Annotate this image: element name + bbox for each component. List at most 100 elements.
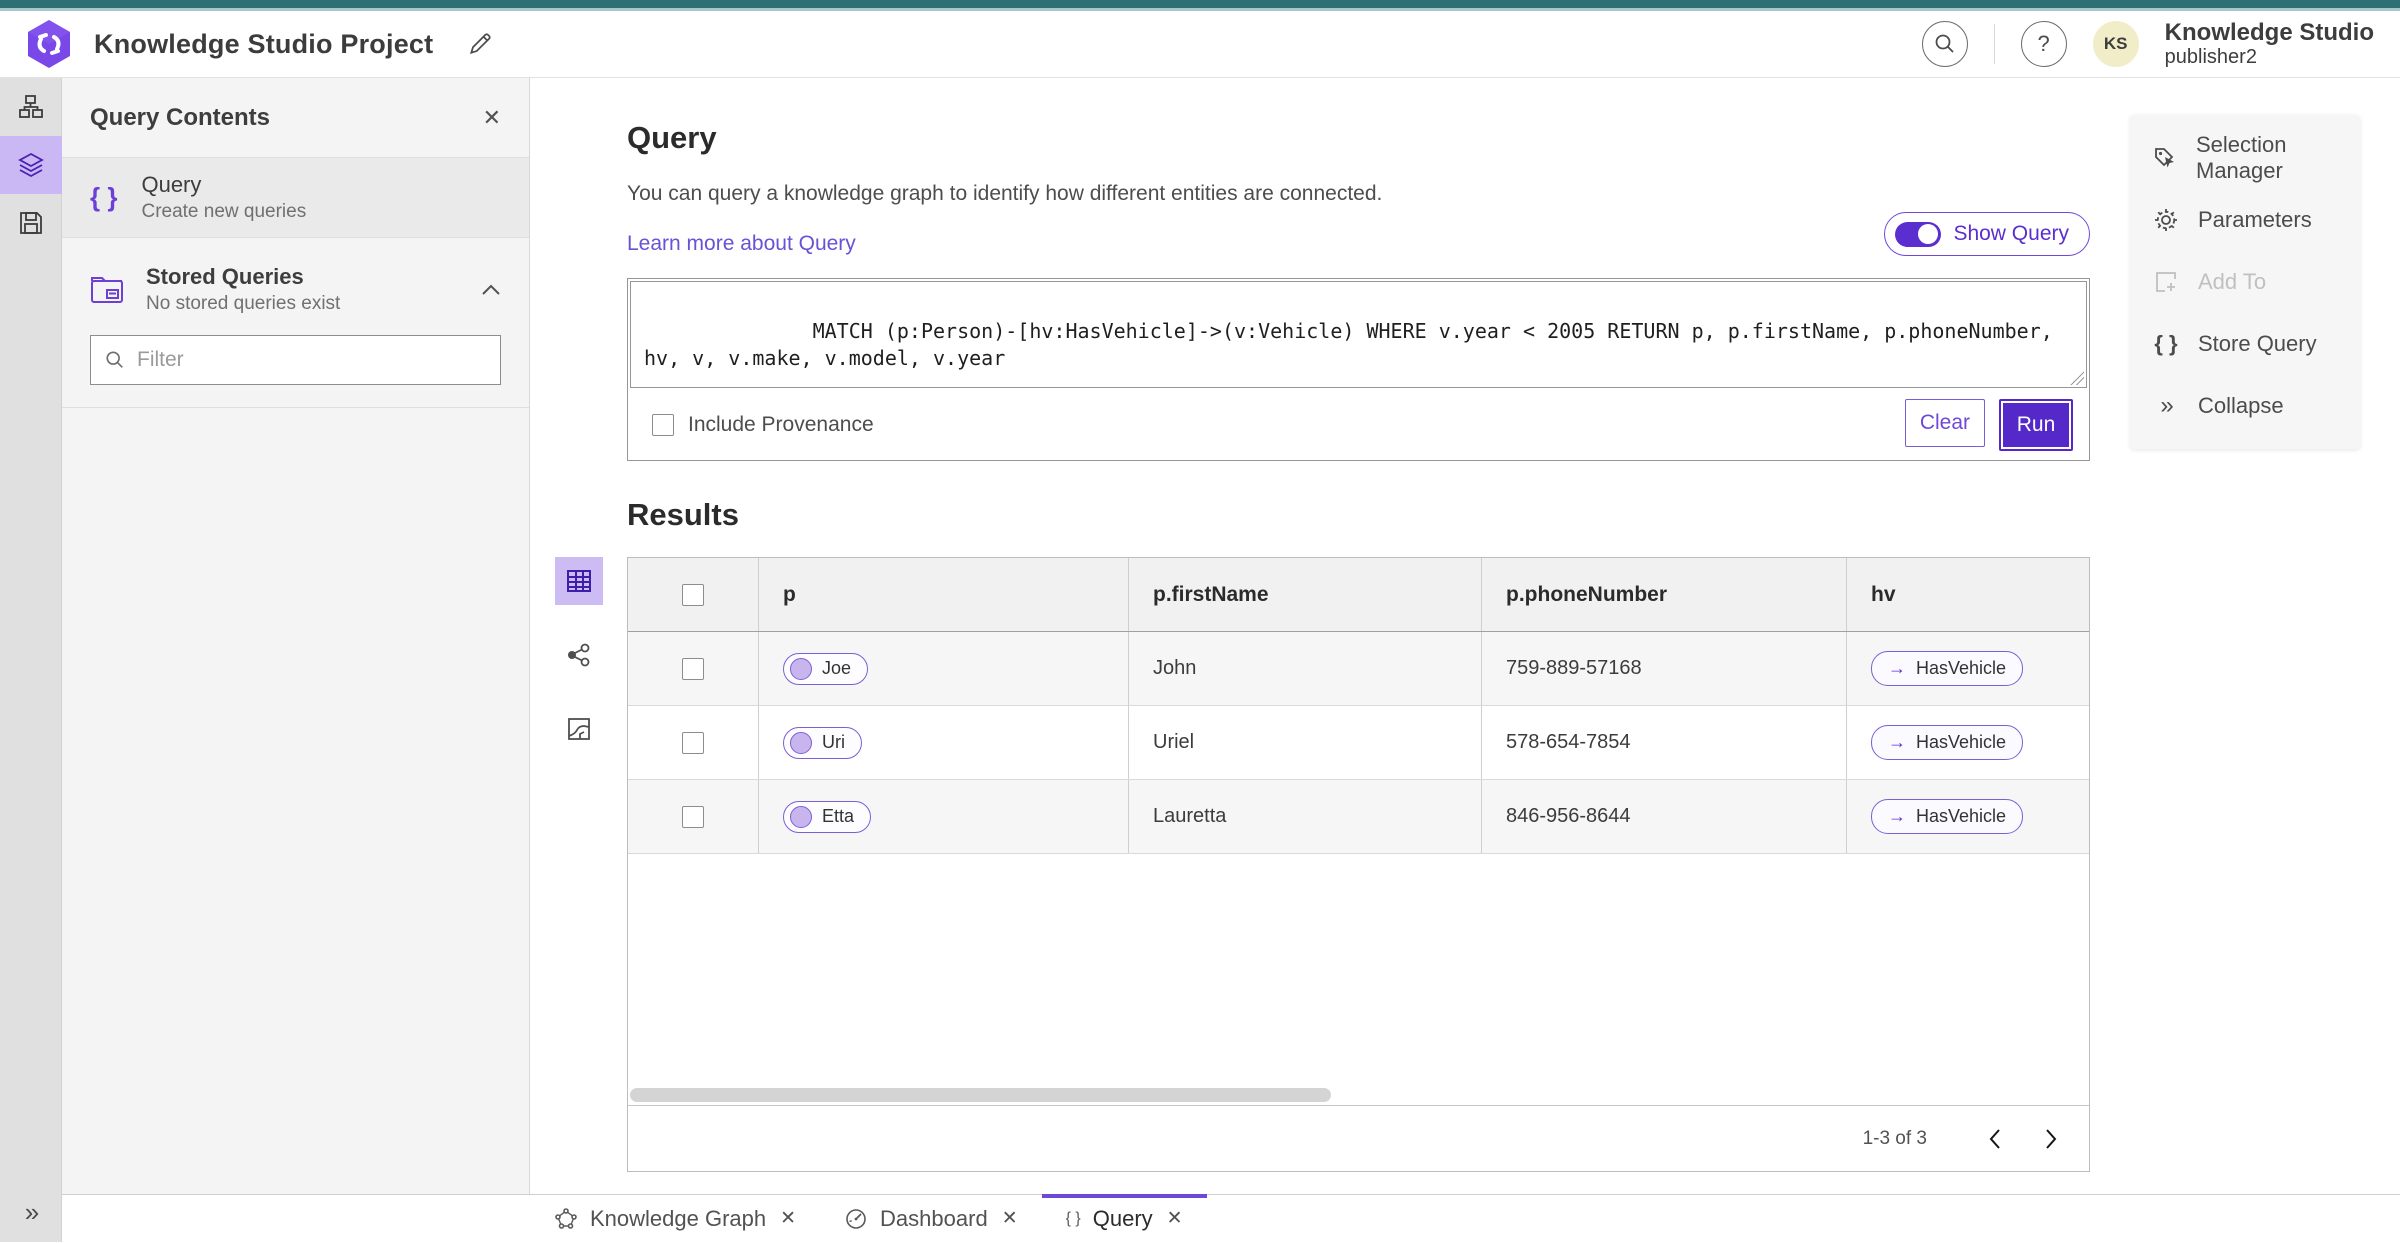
select-all-checkbox[interactable] [682, 583, 704, 606]
close-tab-icon[interactable]: ✕ [780, 1207, 796, 1230]
username: publisher2 [2164, 46, 2257, 69]
tab-knowledge-graph[interactable]: Knowledge Graph ✕ [530, 1195, 820, 1242]
help-icon: ? [2037, 31, 2050, 56]
tab-label: Query [1092, 1205, 1153, 1231]
node-chip[interactable]: Uri [783, 726, 862, 759]
selection-manager-button[interactable]: Selection Manager [2130, 127, 2360, 189]
search-icon [1935, 34, 1954, 53]
close-tab-icon[interactable]: ✕ [1167, 1207, 1183, 1230]
panel-item-query[interactable]: { } Query Create new queries [62, 158, 529, 238]
edge-chip[interactable]: → HasVehicle [1871, 651, 2024, 686]
node-chip-label: Etta [822, 806, 855, 826]
results-table: p p.firstName p.phoneNumber hv Joe John … [627, 557, 2090, 1172]
chevron-right-icon [2046, 1128, 2057, 1149]
map-view-icon [568, 718, 590, 740]
close-panel-icon[interactable]: ✕ [483, 105, 501, 131]
arrow-right-icon: → [1888, 732, 1906, 752]
query-item-description: Create new queries [141, 201, 307, 222]
filter-search-icon [106, 351, 123, 368]
arrow-right-icon: → [1888, 806, 1906, 826]
avatar-initials: KS [2103, 34, 2128, 53]
avatar[interactable]: KS [2092, 21, 2139, 67]
query-page-title: Query [627, 120, 717, 155]
cell-phonenumber: 846-956-8644 [1506, 805, 1631, 827]
add-to-button: Add To [2130, 251, 2360, 313]
expand-rail-button[interactable]: » [0, 1197, 62, 1228]
cell-phonenumber: 759-889-57168 [1506, 657, 1642, 679]
edge-chip[interactable]: → HasVehicle [1871, 725, 2024, 760]
parameters-button[interactable]: Parameters [2130, 189, 2360, 251]
project-title: Knowledge Studio Project [94, 28, 434, 59]
run-button[interactable]: Run [1999, 399, 2073, 451]
node-chip-label: Uri [822, 732, 845, 752]
menu-item-label: Collapse [2198, 393, 2284, 418]
tab-query[interactable]: { } Query ✕ [1041, 1194, 1207, 1242]
cell-firstname: John [1153, 657, 1197, 679]
horizontal-scrollbar[interactable] [628, 1085, 2089, 1105]
row-checkbox[interactable] [682, 805, 704, 828]
query-textarea[interactable]: MATCH (p:Person)-[hv:HasVehicle]->(v:Veh… [630, 281, 2087, 388]
column-header-hv[interactable]: hv [1871, 583, 1896, 607]
node-dot-icon [790, 805, 812, 828]
chevron-up-icon[interactable] [481, 284, 501, 296]
menu-item-label: Add To [2198, 269, 2267, 294]
column-header-p[interactable]: p [783, 583, 796, 607]
edit-project-name-icon[interactable] [467, 31, 493, 57]
filter-input[interactable]: Filter [90, 335, 501, 385]
left-rail: » [0, 78, 62, 1242]
store-query-button[interactable]: { } Store Query [2130, 313, 2360, 375]
clear-button[interactable]: Clear [1904, 399, 1985, 447]
cell-firstname: Lauretta [1153, 805, 1227, 827]
tab-label: Knowledge Graph [590, 1205, 767, 1231]
graph-view-button[interactable] [555, 631, 603, 679]
bottom-tab-bar: Knowledge Graph ✕ Dashboard ✕ { } Query [62, 1194, 2400, 1242]
next-page-button[interactable] [2027, 1115, 2075, 1163]
row-checkbox[interactable] [682, 731, 704, 754]
node-chip[interactable]: Joe [783, 652, 869, 685]
table-row: Etta Lauretta 846-956-8644 → HasVehicle [628, 780, 2089, 854]
header-divider [1993, 24, 1995, 64]
help-button[interactable]: ? [2020, 21, 2067, 67]
table-view-icon [567, 570, 591, 592]
layers-icon [17, 152, 44, 178]
gear-icon [2155, 209, 2177, 231]
rail-item-hierarchy[interactable] [0, 78, 62, 136]
selection-manager-icon [2155, 148, 2174, 168]
rail-item-save[interactable] [0, 194, 62, 252]
close-tab-icon[interactable]: ✕ [1002, 1207, 1018, 1230]
stored-queries-label: Stored Queries [146, 264, 304, 289]
scrollbar-thumb[interactable] [630, 1088, 1332, 1102]
edge-chip[interactable]: → HasVehicle [1871, 799, 2024, 834]
previous-page-button[interactable] [1971, 1115, 2019, 1163]
node-chip[interactable]: Etta [783, 800, 872, 833]
learn-more-link[interactable]: Learn more about Query [627, 232, 856, 256]
query-item-label: Query [141, 172, 202, 197]
show-query-toggle[interactable]: Show Query [1884, 212, 2090, 256]
pagination-label: 1-3 of 3 [1862, 1127, 1927, 1149]
column-header-phonenumber[interactable]: p.phoneNumber [1506, 583, 1667, 607]
toggle-switch-on [1895, 221, 1942, 247]
tab-dashboard[interactable]: Dashboard ✕ [820, 1195, 1042, 1242]
graph-view-icon [568, 643, 590, 667]
arrow-right-icon: → [1888, 658, 1906, 678]
search-button[interactable] [1921, 21, 1968, 67]
app-logo-icon [28, 20, 70, 68]
rail-item-layers[interactable] [0, 136, 62, 194]
main-area: Query You can query a knowledge graph to… [530, 78, 2400, 1194]
menu-item-label: Selection Manager [2196, 132, 2287, 183]
tab-label: Dashboard [880, 1205, 988, 1231]
row-checkbox[interactable] [682, 657, 704, 680]
map-view-button[interactable] [555, 705, 603, 753]
collapse-button[interactable]: » Collapse [2130, 375, 2360, 437]
resize-handle[interactable] [2070, 371, 2084, 385]
table-view-button[interactable] [555, 557, 603, 605]
edge-chip-label: HasVehicle [1916, 658, 2007, 678]
stored-queries-section[interactable]: Stored Queries No stored queries exist [62, 250, 529, 325]
column-header-firstname[interactable]: p.firstName [1153, 583, 1269, 607]
knowledge-graph-icon [555, 1207, 577, 1229]
include-provenance-checkbox[interactable] [652, 414, 674, 436]
chevron-left-icon [1989, 1128, 2000, 1149]
save-icon [19, 212, 42, 234]
query-text: MATCH (p:Person)-[hv:HasVehicle]->(v:Veh… [644, 319, 2065, 370]
edge-chip-label: HasVehicle [1916, 806, 2007, 826]
